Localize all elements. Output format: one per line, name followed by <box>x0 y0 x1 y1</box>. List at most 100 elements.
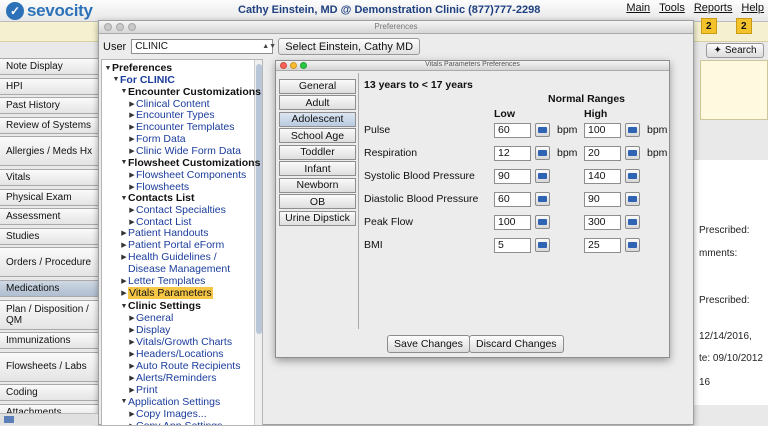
discard-changes-button[interactable]: Discard Changes <box>469 335 564 353</box>
high-value-input[interactable]: 100 <box>584 123 621 138</box>
tree-node[interactable]: ▶General <box>128 312 173 324</box>
tree-node[interactable]: ▼For CLINIC <box>112 74 175 86</box>
tree-node[interactable]: ▶Contact Specialties <box>128 204 226 216</box>
tree-node[interactable]: ▶Flowsheet Components <box>128 169 246 181</box>
tree-node[interactable]: ▶Contact List <box>128 216 191 228</box>
tree-node[interactable]: ▶Vitals/Growth Charts <box>128 336 232 348</box>
triangle-down-icon[interactable]: ▼ <box>120 195 128 202</box>
triangle-right-icon[interactable]: ▶ <box>128 147 136 155</box>
tree-node[interactable]: ▶Copy Images... <box>128 408 207 420</box>
tree-node[interactable]: ▶Patient Handouts <box>120 227 209 239</box>
user-select[interactable]: CLINIC ▲▼ <box>131 39 273 54</box>
keyboard-icon[interactable] <box>625 169 640 183</box>
tree-node[interactable]: ▶Alerts/Reminders <box>128 372 217 384</box>
high-value-input[interactable]: 300 <box>584 215 621 230</box>
keyboard-icon[interactable] <box>535 192 550 206</box>
age-tab-adolescent[interactable]: Adolescent <box>279 112 356 127</box>
triangle-right-icon[interactable]: ▶ <box>120 253 128 261</box>
tree-node[interactable]: ▶Encounter Templates <box>128 121 234 133</box>
keyboard-icon[interactable] <box>625 215 640 229</box>
low-value-input[interactable]: 12 <box>494 146 531 161</box>
triangle-right-icon[interactable]: ▶ <box>128 362 136 370</box>
triangle-right-icon[interactable]: ▶ <box>128 314 136 322</box>
age-tab-adult[interactable]: Adult <box>279 95 356 110</box>
triangle-right-icon[interactable]: ▶ <box>128 111 136 119</box>
tree-node[interactable]: ▶Health Guidelines / <box>120 251 217 263</box>
nav-item-allergies-meds-hx[interactable]: Allergies / Meds Hx <box>0 136 100 166</box>
age-tab-ob[interactable]: OB <box>279 194 356 209</box>
nav-item-immunizations[interactable]: Immunizations <box>0 332 100 349</box>
nav-item-studies[interactable]: Studies <box>0 228 100 245</box>
tree-node[interactable]: ▶Clinical Content <box>128 98 210 110</box>
tree-node[interactable]: ▼Preferences <box>104 62 172 74</box>
tree-scrollbar[interactable] <box>254 60 262 425</box>
menu-help[interactable]: Help <box>741 2 764 14</box>
tree-node[interactable]: ▶Vitals Parameters <box>120 287 213 299</box>
tree-node[interactable]: ▶Display <box>128 324 170 336</box>
triangle-right-icon[interactable]: ▶ <box>128 135 136 143</box>
age-tab-infant[interactable]: Infant <box>279 161 356 176</box>
age-tab-school-age[interactable]: School Age <box>279 128 356 143</box>
triangle-right-icon[interactable]: ▶ <box>128 123 136 131</box>
nav-item-assessment[interactable]: Assessment <box>0 208 100 225</box>
save-changes-button[interactable]: Save Changes <box>387 335 470 353</box>
tree-scroll-thumb[interactable] <box>256 64 262 334</box>
triangle-right-icon[interactable]: ▶ <box>128 386 136 394</box>
triangle-down-icon[interactable]: ▼ <box>120 88 128 95</box>
low-value-input[interactable]: 100 <box>494 215 531 230</box>
keyboard-icon[interactable] <box>625 192 640 206</box>
tree-node[interactable]: ▼Flowsheet Customizations <box>120 157 260 169</box>
nav-item-flowsheets-labs[interactable]: Flowsheets / Labs <box>0 352 100 382</box>
triangle-down-icon[interactable]: ▼ <box>112 76 120 83</box>
keyboard-icon[interactable] <box>625 238 640 252</box>
tree-node[interactable]: ▶Patient Portal eForm <box>120 239 224 251</box>
nav-item-coding[interactable]: Coding <box>0 384 100 401</box>
triangle-right-icon[interactable]: ▶ <box>128 410 136 418</box>
tree-node[interactable]: ▶Clinic Wide Form Data <box>128 145 241 157</box>
tree-node[interactable]: ▶Headers/Locations <box>128 348 224 360</box>
high-value-input[interactable]: 90 <box>584 192 621 207</box>
keyboard-icon[interactable] <box>625 146 640 160</box>
high-value-input[interactable]: 25 <box>584 238 621 253</box>
menu-tools[interactable]: Tools <box>659 2 685 14</box>
nav-item-orders-procedure[interactable]: Orders / Procedure <box>0 247 100 277</box>
keyboard-icon[interactable] <box>535 215 550 229</box>
tree-node[interactable]: ▼Application Settings <box>120 396 220 408</box>
tree-node[interactable]: ▼Encounter Customizations <box>120 86 261 98</box>
age-tab-newborn[interactable]: Newborn <box>279 178 356 193</box>
keyboard-icon[interactable] <box>625 123 640 137</box>
keyboard-icon[interactable] <box>535 169 550 183</box>
triangle-right-icon[interactable]: ▶ <box>120 229 128 237</box>
triangle-right-icon[interactable]: ▶ <box>128 100 136 108</box>
tree-node[interactable]: ▶Form Data <box>128 133 186 145</box>
triangle-right-icon[interactable]: ▶ <box>128 326 136 334</box>
tree-node[interactable]: ▼Clinic Settings <box>120 300 201 312</box>
nav-item-medications[interactable]: Medications <box>0 280 100 297</box>
nav-item-past-history[interactable]: Past History <box>0 97 100 114</box>
age-tab-toddler[interactable]: Toddler <box>279 145 356 160</box>
search-button[interactable]: ✦ Search <box>706 43 764 58</box>
triangle-right-icon[interactable]: ▶ <box>128 183 136 191</box>
keyboard-icon[interactable] <box>535 123 550 137</box>
low-value-input[interactable]: 60 <box>494 192 531 207</box>
menu-reports[interactable]: Reports <box>694 2 733 14</box>
keyboard-icon[interactable] <box>535 238 550 252</box>
tree-node[interactable]: ▶Auto Route Recipients <box>128 360 240 372</box>
high-value-input[interactable]: 140 <box>584 169 621 184</box>
triangle-down-icon[interactable]: ▼ <box>120 398 128 405</box>
age-tab-urine-dipstick[interactable]: Urine Dipstick <box>279 211 356 226</box>
triangle-down-icon[interactable]: ▼ <box>120 159 128 166</box>
low-value-input[interactable]: 60 <box>494 123 531 138</box>
nav-item-review-of-systems[interactable]: Review of Systems <box>0 117 100 134</box>
tree-node[interactable]: ▶Print <box>128 384 158 396</box>
low-value-input[interactable]: 90 <box>494 169 531 184</box>
nav-item-note-display[interactable]: Note Display <box>0 58 100 75</box>
triangle-right-icon[interactable]: ▶ <box>128 374 136 382</box>
tree-node[interactable]: ▶Letter Templates <box>120 275 205 287</box>
alert-badge[interactable]: 2 <box>701 18 717 34</box>
nav-item-hpi[interactable]: HPI <box>0 78 100 95</box>
triangle-right-icon[interactable]: ▶ <box>128 171 136 179</box>
low-value-input[interactable]: 5 <box>494 238 531 253</box>
nav-item-physical-exam[interactable]: Physical Exam <box>0 189 100 206</box>
triangle-right-icon[interactable]: ▶ <box>128 350 136 358</box>
